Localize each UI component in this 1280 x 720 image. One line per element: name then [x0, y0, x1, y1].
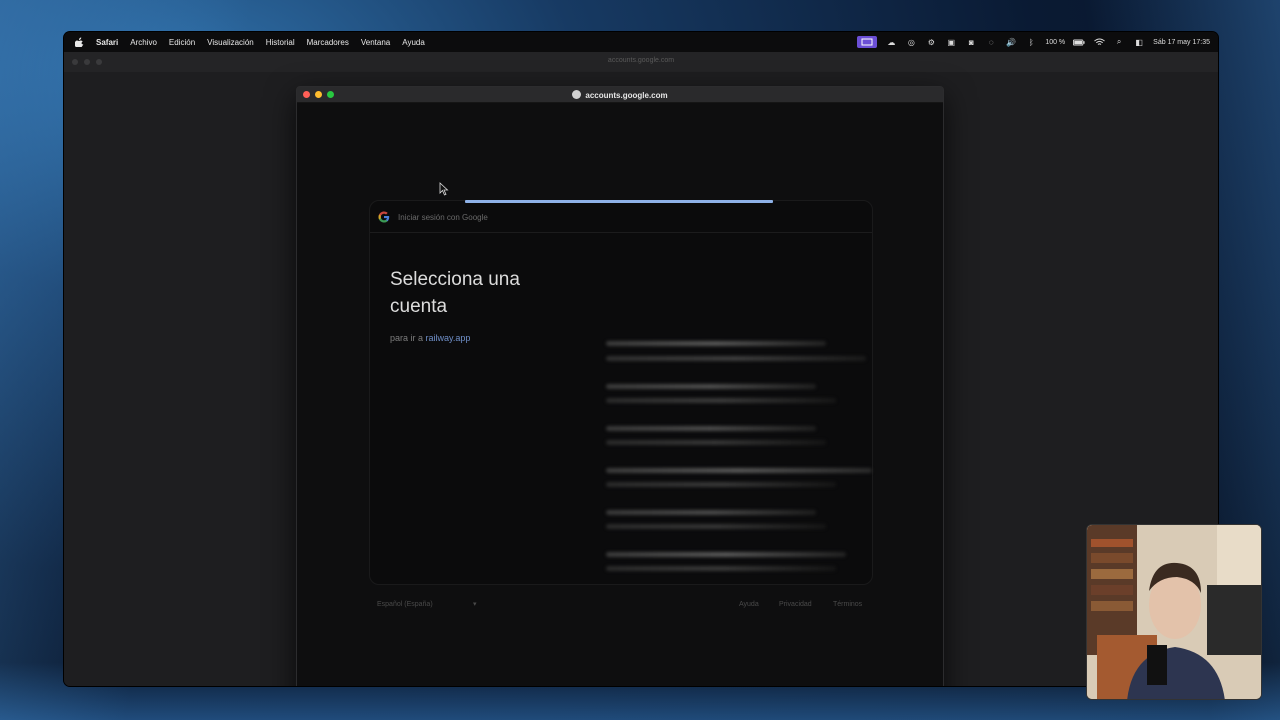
- google-signin-popup: accounts.google.com Iniciar sesión con G…: [296, 86, 944, 686]
- page-title: Selecciona una cuenta: [390, 269, 520, 317]
- battery-icon[interactable]: [1073, 37, 1085, 47]
- account-loading-line: [606, 482, 836, 487]
- menu-archivo[interactable]: Archivo: [130, 38, 157, 47]
- screen-record-icon[interactable]: [857, 36, 878, 48]
- signin-card: Iniciar sesión con Google Selecciona una…: [369, 200, 873, 585]
- cloud-icon[interactable]: ☁: [885, 37, 897, 47]
- app-icon[interactable]: ▣: [945, 37, 957, 47]
- screen-recording: Safari Archivo Edición Visualización His…: [64, 32, 1218, 686]
- globe-icon: [572, 90, 582, 99]
- menu-clock[interactable]: Sáb 17 may 17:35: [1153, 39, 1210, 46]
- account-loading-line: [606, 566, 836, 571]
- subtitle-prefix: para ir a: [390, 333, 426, 343]
- webcam-overlay: [1086, 524, 1262, 700]
- chevron-down-icon[interactable]: ▾: [473, 600, 477, 608]
- menu-ayuda[interactable]: Ayuda: [402, 38, 425, 47]
- menu-ventana[interactable]: Ventana: [361, 38, 390, 47]
- menu-visualizacion[interactable]: Visualización: [207, 38, 254, 47]
- footer-terms-link[interactable]: Términos: [833, 601, 862, 608]
- background-titlebar: accounts.google.com: [64, 52, 1218, 72]
- status-area: ☁ ◎ ⚙ ▣ ◙ ◌ 🔊 ᛒ 100 % ⌕ ◧ Sáb 17 may 17:…: [857, 32, 1210, 52]
- account-loading-line: [606, 356, 866, 361]
- menu-edicion[interactable]: Edición: [169, 38, 195, 47]
- popup-url-bar[interactable]: accounts.google.com: [297, 90, 943, 100]
- menu-safari[interactable]: Safari: [96, 38, 118, 47]
- apple-icon[interactable]: [72, 35, 86, 49]
- account-loading-line: [606, 468, 872, 473]
- account-loading-line: [606, 426, 816, 431]
- account-loading-line: [606, 398, 836, 403]
- settings-icon[interactable]: ⚙: [925, 37, 937, 47]
- volume-icon[interactable]: 🔊: [1005, 37, 1017, 47]
- control-center-icon[interactable]: ◧: [1133, 37, 1145, 47]
- account-loading-line: [606, 341, 826, 346]
- footer-help-link[interactable]: Ayuda: [739, 601, 759, 608]
- account-loading-line: [606, 510, 816, 515]
- account-loading-line: [606, 440, 826, 445]
- language-selector[interactable]: Español (España): [377, 601, 433, 608]
- card-header-title: Iniciar sesión con Google: [398, 213, 488, 222]
- google-logo-icon: [378, 211, 390, 223]
- loading-progress-bar: [465, 200, 773, 203]
- camera-icon[interactable]: ◙: [965, 37, 977, 47]
- account-loading-line: [606, 524, 826, 529]
- wifi-icon[interactable]: [1093, 37, 1105, 47]
- mouse-cursor-icon: [439, 182, 449, 196]
- menu-marcadores[interactable]: Marcadores: [307, 38, 349, 47]
- safari-background-window: accounts.google.com accounts.google.com: [64, 52, 1218, 686]
- footer-privacy-link[interactable]: Privacidad: [779, 601, 812, 608]
- account-loading-line: [606, 384, 816, 389]
- presenter-video-icon: [1087, 525, 1261, 699]
- bluetooth-icon[interactable]: ᛒ: [1025, 37, 1037, 47]
- railway-link[interactable]: railway.app: [426, 333, 471, 343]
- record-icon[interactable]: ◎: [905, 37, 917, 47]
- menu-bar: Safari Archivo Edición Visualización His…: [64, 32, 1218, 52]
- search-icon[interactable]: ⌕: [1113, 37, 1125, 47]
- menu-historial[interactable]: Historial: [266, 38, 295, 47]
- popup-url-text: accounts.google.com: [585, 91, 668, 100]
- battery-percent: 100 %: [1045, 38, 1066, 46]
- popup-titlebar: accounts.google.com: [297, 87, 943, 103]
- page-subtitle: para ir a railway.app: [390, 333, 470, 343]
- card-header: Iniciar sesión con Google: [370, 201, 872, 233]
- activity-icon[interactable]: ◌: [985, 37, 997, 47]
- account-loading-line: [606, 552, 846, 557]
- background-url: accounts.google.com: [607, 57, 675, 64]
